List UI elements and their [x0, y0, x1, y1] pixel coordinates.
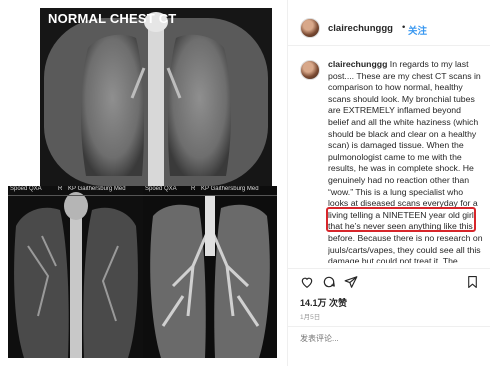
scan-header-divider — [143, 195, 277, 196]
heart-icon[interactable] — [300, 275, 314, 294]
post-media: NORMAL CHEST CT Spoed QXA R KP Gaithersb… — [0, 0, 285, 366]
follow-button[interactable]: 关注 — [408, 23, 427, 37]
scan-meta-mid: R — [191, 186, 196, 192]
left-ct-scan-graphic — [8, 186, 143, 358]
like-count[interactable]: 14.1万 次赞 — [300, 296, 347, 309]
post-caption: clairechunggg In regards to my last post… — [328, 59, 484, 263]
action-bar — [288, 268, 490, 294]
caption-avatar[interactable] — [300, 60, 320, 80]
comment-input[interactable] — [300, 334, 480, 343]
bookmark-icon[interactable] — [466, 275, 479, 294]
scan-meta-left: Spoed QXA — [10, 186, 42, 192]
caption-text: In regards to my last post.... These are… — [328, 59, 483, 263]
scan-meta-right: KP Gaithersburg Med — [68, 186, 126, 192]
scan-header-divider — [8, 195, 143, 196]
header-username[interactable]: clairechunggg — [328, 23, 393, 34]
scan-meta-left: Spoed QXA — [145, 186, 177, 192]
comment-bar — [288, 326, 490, 352]
patient-ct-scan-left: Spoed QXA R KP Gaithersburg Med — [8, 186, 143, 358]
scan-meta-right: KP Gaithersburg Med — [201, 186, 259, 192]
patient-ct-scan-right: Spoed QXA R KP Gaithersburg Med — [143, 186, 277, 358]
red-highlight-annotation — [326, 207, 476, 232]
post-sidebar: clairechunggg • 关注 clairechunggg In rega… — [287, 0, 490, 366]
caption-username[interactable]: clairechunggg — [328, 59, 387, 69]
post-header: clairechunggg • 关注 — [288, 10, 490, 46]
right-ct-scan-graphic — [143, 186, 277, 358]
normal-ct-scan-graphic — [40, 8, 272, 186]
normal-chest-ct-image: NORMAL CHEST CT — [40, 8, 272, 186]
post-date: 1月5日 — [300, 314, 321, 321]
avatar[interactable] — [300, 18, 320, 38]
separator-dot: • — [402, 22, 406, 33]
normal-chest-ct-label: NORMAL CHEST CT — [48, 11, 177, 26]
scan-meta-mid: R — [58, 186, 63, 192]
comment-icon[interactable] — [322, 275, 336, 294]
share-icon[interactable] — [344, 275, 358, 294]
